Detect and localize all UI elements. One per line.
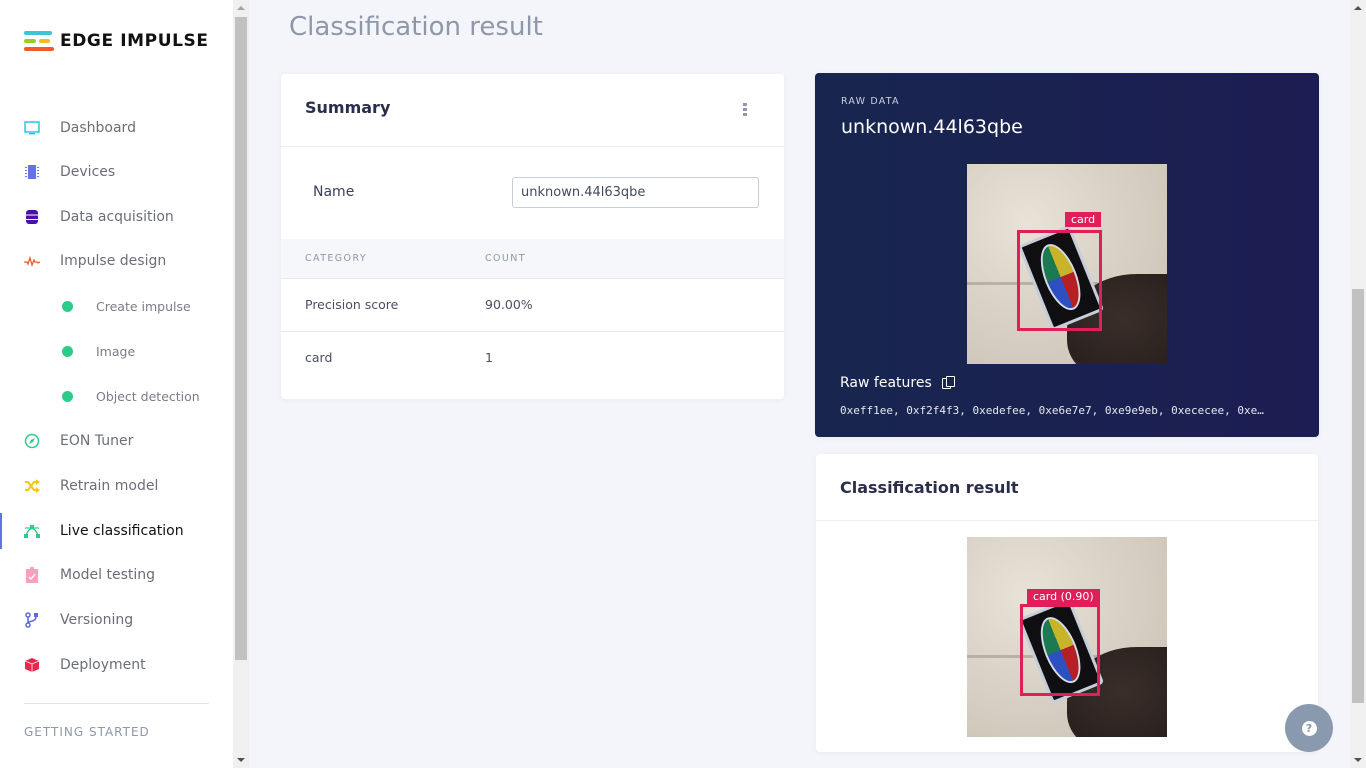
sidebar-item-label: EON Tuner [60,433,134,449]
getting-started-heading: GETTING STARTED [24,725,150,739]
sidebar-item-data-acquisition[interactable]: Data acquisition [0,199,233,235]
sidebar: EDGE IMPULSE Dashboard Devices Data acqu… [0,0,233,768]
bezier-icon [24,523,40,539]
column-header-category: CATEGORY [305,253,368,264]
sidebar-item-devices[interactable]: Devices [0,154,233,190]
page-scrollbar-thumb[interactable] [1352,289,1364,703]
clipboard-check-icon [24,567,40,583]
sidebar-item-label: Object detection [96,388,200,404]
sidebar-item-retrain-model[interactable]: Retrain model [0,468,233,504]
monitor-icon [24,120,40,136]
logo[interactable]: EDGE IMPULSE [24,30,209,52]
classified-sample-image: card (0.90) [967,537,1167,737]
scroll-up-arrow-icon[interactable] [1354,6,1362,10]
name-label: Name [313,184,355,200]
summary-title: Summary [305,98,391,117]
table-row: card 1 [281,332,784,385]
page-scrollbar[interactable] [1350,0,1366,768]
raw-features-values: 0xeff1ee, 0xf2f4f3, 0xedefee, 0xe6e7e7, … [840,404,1264,417]
summary-card-header: Summary [281,74,784,147]
classification-result-header: Classification result [816,454,1318,521]
sidebar-item-label: Data acquisition [60,209,174,225]
row-category: Precision score [305,297,399,312]
pulse-icon [24,253,40,269]
raw-data-overline: RAW DATA [841,96,900,107]
sidebar-item-label: Devices [60,164,116,180]
bounding-box [1017,230,1102,331]
raw-data-title: unknown.44l63qbe [841,116,1023,138]
classification-result-card: Classification result card (0.90) [816,454,1318,752]
sidebar-item-label: Create impulse [96,298,191,314]
sidebar-item-model-testing[interactable]: Model testing [0,557,233,593]
brand-name: EDGE IMPULSE [60,31,209,51]
row-category: card [305,350,333,365]
raw-sample-image: card [967,164,1167,364]
branch-icon [24,612,40,628]
database-icon [24,209,40,225]
scroll-down-arrow-icon[interactable] [237,758,245,762]
sidebar-item-deployment[interactable]: Deployment [0,647,233,683]
shuffle-icon [24,478,40,494]
cube-icon [24,657,40,673]
raw-data-card: RAW DATA unknown.44l63qbe card Raw featu… [815,73,1319,437]
sidebar-item-versioning[interactable]: Versioning [0,602,233,638]
table-row: Precision score 90.00% [281,279,784,332]
status-dot-icon [62,300,73,312]
page-title: Classification result [289,12,543,42]
summary-card: Summary Name CATEGORY COUNT Precision sc… [281,74,784,399]
help-button[interactable]: ? [1285,704,1333,752]
sidebar-item-label: Versioning [60,612,134,628]
raw-features-heading: Raw features [840,375,956,391]
more-options-icon[interactable] [743,103,748,116]
bounding-box-label: card [1065,212,1102,227]
classification-result-title: Classification result [840,478,1019,497]
sidebar-item-label: Image [96,343,136,359]
sidebar-item-dashboard[interactable]: Dashboard [0,110,233,146]
row-count: 1 [485,350,493,365]
bounding-box [1020,604,1100,696]
sidebar-item-image[interactable]: Image [0,333,233,369]
sidebar-item-create-impulse[interactable]: Create impulse [0,288,233,324]
copy-icon[interactable] [941,375,956,391]
status-dot-icon [62,390,73,402]
chip-icon [24,164,40,180]
sidebar-item-label: Live classification [60,523,184,539]
edge-impulse-logo-icon [24,30,54,52]
sidebar-item-label: Deployment [60,657,146,673]
question-icon: ? [1301,720,1317,736]
sidebar-item-label: Retrain model [60,478,159,494]
name-input[interactable] [512,177,759,208]
sidebar-scrollbar-thumb[interactable] [235,17,247,660]
raw-features-title: Raw features [840,375,932,391]
sidebar-item-label: Dashboard [60,120,136,136]
summary-table-header: CATEGORY COUNT [281,239,784,279]
sidebar-item-eon-tuner[interactable]: EON Tuner [0,423,233,459]
sidebar-scrollbar[interactable] [233,0,249,768]
column-header-count: COUNT [485,253,526,264]
sidebar-item-object-detection[interactable]: Object detection [0,378,233,414]
compass-icon [24,433,40,449]
status-dot-icon [62,345,73,357]
row-count: 90.00% [485,297,533,312]
sidebar-divider [24,703,209,704]
scroll-up-arrow-icon[interactable] [237,6,245,10]
bounding-box-label: card (0.90) [1027,589,1100,604]
sidebar-item-impulse-design[interactable]: Impulse design [0,243,233,279]
scroll-down-arrow-icon[interactable] [1354,758,1362,762]
sidebar-item-label: Impulse design [60,253,167,269]
sidebar-item-live-classification[interactable]: Live classification [0,513,233,549]
sidebar-item-label: Model testing [60,567,156,583]
